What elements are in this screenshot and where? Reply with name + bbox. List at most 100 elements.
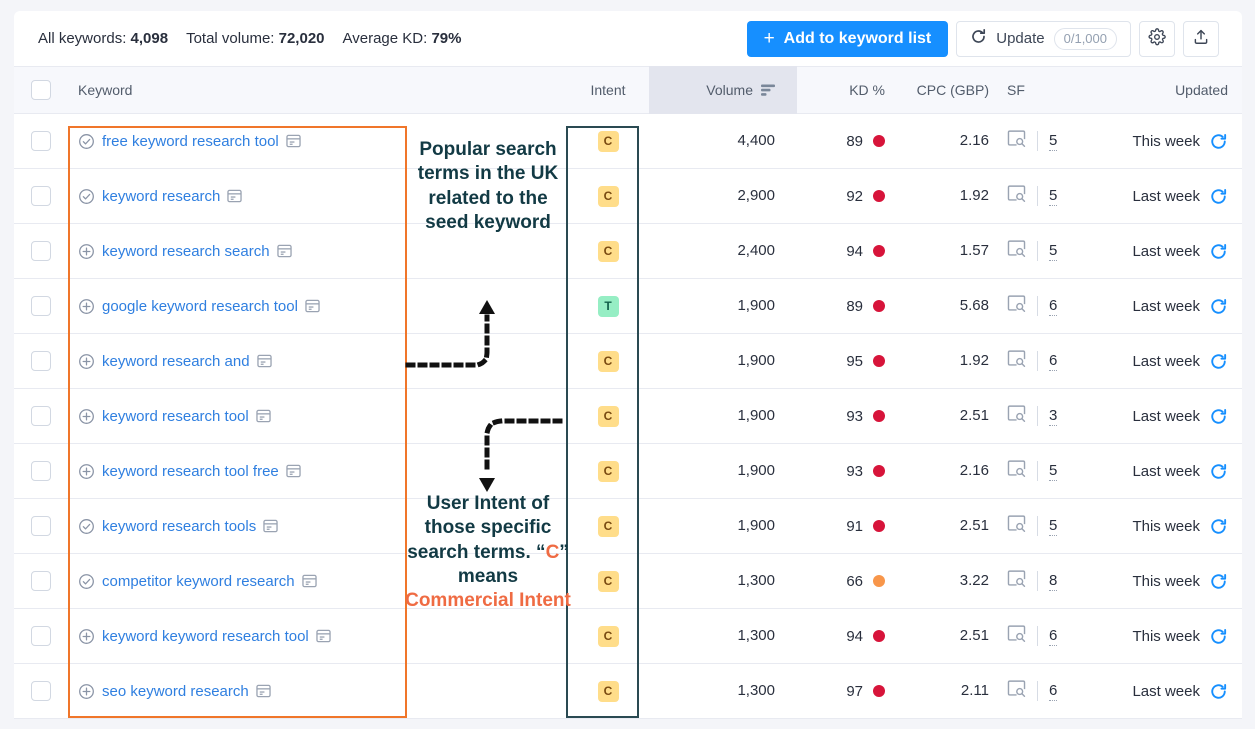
serp-preview-icon[interactable] bbox=[301, 574, 317, 588]
serp-preview-icon[interactable] bbox=[256, 409, 271, 423]
intent-cell[interactable]: C bbox=[567, 625, 649, 647]
serp-features-icon[interactable] bbox=[1007, 515, 1026, 537]
select-all-checkbox[interactable] bbox=[31, 80, 51, 100]
row-checkbox[interactable] bbox=[31, 296, 51, 316]
serp-features-icon[interactable] bbox=[1007, 680, 1026, 702]
intent-cell[interactable]: C bbox=[567, 680, 649, 702]
serp-preview-icon[interactable] bbox=[286, 134, 301, 148]
plus-circle-icon[interactable] bbox=[78, 408, 95, 425]
header-updated[interactable]: Updated bbox=[1081, 82, 1242, 98]
row-refresh-icon[interactable] bbox=[1209, 572, 1228, 591]
keyword-link[interactable]: competitor keyword research bbox=[102, 573, 295, 590]
keyword-link[interactable]: keyword research and bbox=[102, 353, 250, 370]
check-circle-icon[interactable] bbox=[78, 188, 95, 205]
row-checkbox[interactable] bbox=[31, 186, 51, 206]
serp-features-icon[interactable] bbox=[1007, 625, 1026, 647]
intent-cell[interactable]: T bbox=[567, 295, 649, 317]
intent-cell[interactable]: C bbox=[567, 515, 649, 537]
check-circle-icon[interactable] bbox=[78, 573, 95, 590]
row-refresh-icon[interactable] bbox=[1209, 627, 1228, 646]
table-row[interactable]: free keyword research tool C 4,400 89 2.16 5 T… bbox=[14, 114, 1242, 169]
sf-value[interactable]: 6 bbox=[1049, 682, 1058, 701]
row-refresh-icon[interactable] bbox=[1209, 352, 1228, 371]
header-sf[interactable]: SF bbox=[989, 82, 1081, 98]
row-refresh-icon[interactable] bbox=[1209, 297, 1228, 316]
row-refresh-icon[interactable] bbox=[1209, 407, 1228, 426]
row-refresh-icon[interactable] bbox=[1209, 462, 1228, 481]
table-row[interactable]: keyword research and C 1,900 95 1.92 6 Last we… bbox=[14, 334, 1242, 389]
plus-circle-icon[interactable] bbox=[78, 683, 95, 700]
sf-value[interactable]: 5 bbox=[1049, 132, 1058, 151]
row-refresh-icon[interactable] bbox=[1209, 242, 1228, 261]
row-checkbox[interactable] bbox=[31, 681, 51, 701]
serp-features-icon[interactable] bbox=[1007, 240, 1026, 262]
serp-preview-icon[interactable] bbox=[276, 244, 292, 258]
row-refresh-icon[interactable] bbox=[1209, 682, 1228, 701]
serp-preview-icon[interactable] bbox=[256, 354, 272, 368]
sf-value[interactable]: 5 bbox=[1049, 462, 1058, 481]
check-circle-icon[interactable] bbox=[78, 133, 95, 150]
intent-cell[interactable]: C bbox=[567, 405, 649, 427]
serp-features-icon[interactable] bbox=[1007, 405, 1026, 427]
plus-circle-icon[interactable] bbox=[78, 243, 95, 260]
header-volume[interactable]: Volume bbox=[649, 66, 797, 114]
keyword-link[interactable]: free keyword research tool bbox=[102, 133, 279, 150]
header-kd[interactable]: KD % bbox=[797, 82, 897, 98]
header-keyword[interactable]: Keyword bbox=[68, 82, 408, 98]
intent-cell[interactable]: C bbox=[567, 460, 649, 482]
intent-cell[interactable]: C bbox=[567, 350, 649, 372]
row-checkbox[interactable] bbox=[31, 461, 51, 481]
table-row[interactable]: competitor keyword research C 1,300 66 3.22 8… bbox=[14, 554, 1242, 609]
sf-value[interactable]: 6 bbox=[1049, 627, 1058, 646]
serp-features-icon[interactable] bbox=[1007, 350, 1026, 372]
row-checkbox[interactable] bbox=[31, 131, 51, 151]
serp-preview-icon[interactable] bbox=[256, 684, 271, 698]
header-cpc[interactable]: CPC (GBP) bbox=[897, 82, 989, 98]
keyword-link[interactable]: keyword research tools bbox=[102, 518, 256, 535]
serp-features-icon[interactable] bbox=[1007, 460, 1026, 482]
table-row[interactable]: keyword research tools C 1,900 91 2.51 5 This … bbox=[14, 499, 1242, 554]
sf-value[interactable]: 5 bbox=[1049, 517, 1058, 536]
sf-value[interactable]: 5 bbox=[1049, 242, 1058, 261]
serp-preview-icon[interactable] bbox=[286, 464, 301, 478]
table-row[interactable]: keyword research tool free C 1,900 93 2.16 5 L… bbox=[14, 444, 1242, 499]
export-button[interactable] bbox=[1183, 20, 1219, 57]
keyword-link[interactable]: keyword research search bbox=[102, 243, 270, 260]
row-checkbox[interactable] bbox=[31, 626, 51, 646]
sf-value[interactable]: 3 bbox=[1049, 407, 1058, 426]
add-to-keyword-list-button[interactable]: + Add to keyword list bbox=[746, 20, 949, 57]
serp-features-icon[interactable] bbox=[1007, 185, 1026, 207]
row-refresh-icon[interactable] bbox=[1209, 132, 1228, 151]
keyword-link[interactable]: keyword research tool free bbox=[102, 463, 279, 480]
row-checkbox[interactable] bbox=[31, 351, 51, 371]
check-circle-icon[interactable] bbox=[78, 518, 95, 535]
sf-value[interactable]: 8 bbox=[1049, 572, 1058, 591]
keyword-link[interactable]: seo keyword research bbox=[102, 683, 249, 700]
update-button[interactable]: Update 0/1,000 bbox=[956, 20, 1131, 57]
serp-features-icon[interactable] bbox=[1007, 295, 1026, 317]
table-row[interactable]: seo keyword research C 1,300 97 2.11 6 Last we… bbox=[14, 664, 1242, 719]
keyword-link[interactable]: google keyword research tool bbox=[102, 298, 298, 315]
row-refresh-icon[interactable] bbox=[1209, 517, 1228, 536]
sf-value[interactable]: 6 bbox=[1049, 352, 1058, 371]
plus-circle-icon[interactable] bbox=[78, 628, 95, 645]
serp-features-icon[interactable] bbox=[1007, 570, 1026, 592]
row-checkbox[interactable] bbox=[31, 406, 51, 426]
plus-circle-icon[interactable] bbox=[78, 298, 95, 315]
sort-descending-icon[interactable] bbox=[761, 84, 775, 96]
table-row[interactable]: keyword research tool C 1,900 93 2.51 3 Last w… bbox=[14, 389, 1242, 444]
table-row[interactable]: keyword keyword research tool C 1,300 94 2.5… bbox=[14, 609, 1242, 664]
row-refresh-icon[interactable] bbox=[1209, 187, 1228, 206]
plus-circle-icon[interactable] bbox=[78, 463, 95, 480]
row-checkbox[interactable] bbox=[31, 516, 51, 536]
settings-button[interactable] bbox=[1139, 20, 1175, 57]
serp-preview-icon[interactable] bbox=[263, 519, 278, 533]
serp-features-icon[interactable] bbox=[1007, 130, 1026, 152]
table-row[interactable]: google keyword research tool T 1,900 89 5.68… bbox=[14, 279, 1242, 334]
intent-cell[interactable]: C bbox=[567, 130, 649, 152]
table-row[interactable]: keyword research C 2,900 92 1.92 5 Last week bbox=[14, 169, 1242, 224]
keyword-link[interactable]: keyword keyword research tool bbox=[102, 628, 309, 645]
table-row[interactable]: keyword research search C 2,400 94 1.57 5 Last… bbox=[14, 224, 1242, 279]
plus-circle-icon[interactable] bbox=[78, 353, 95, 370]
serp-preview-icon[interactable] bbox=[316, 629, 331, 643]
